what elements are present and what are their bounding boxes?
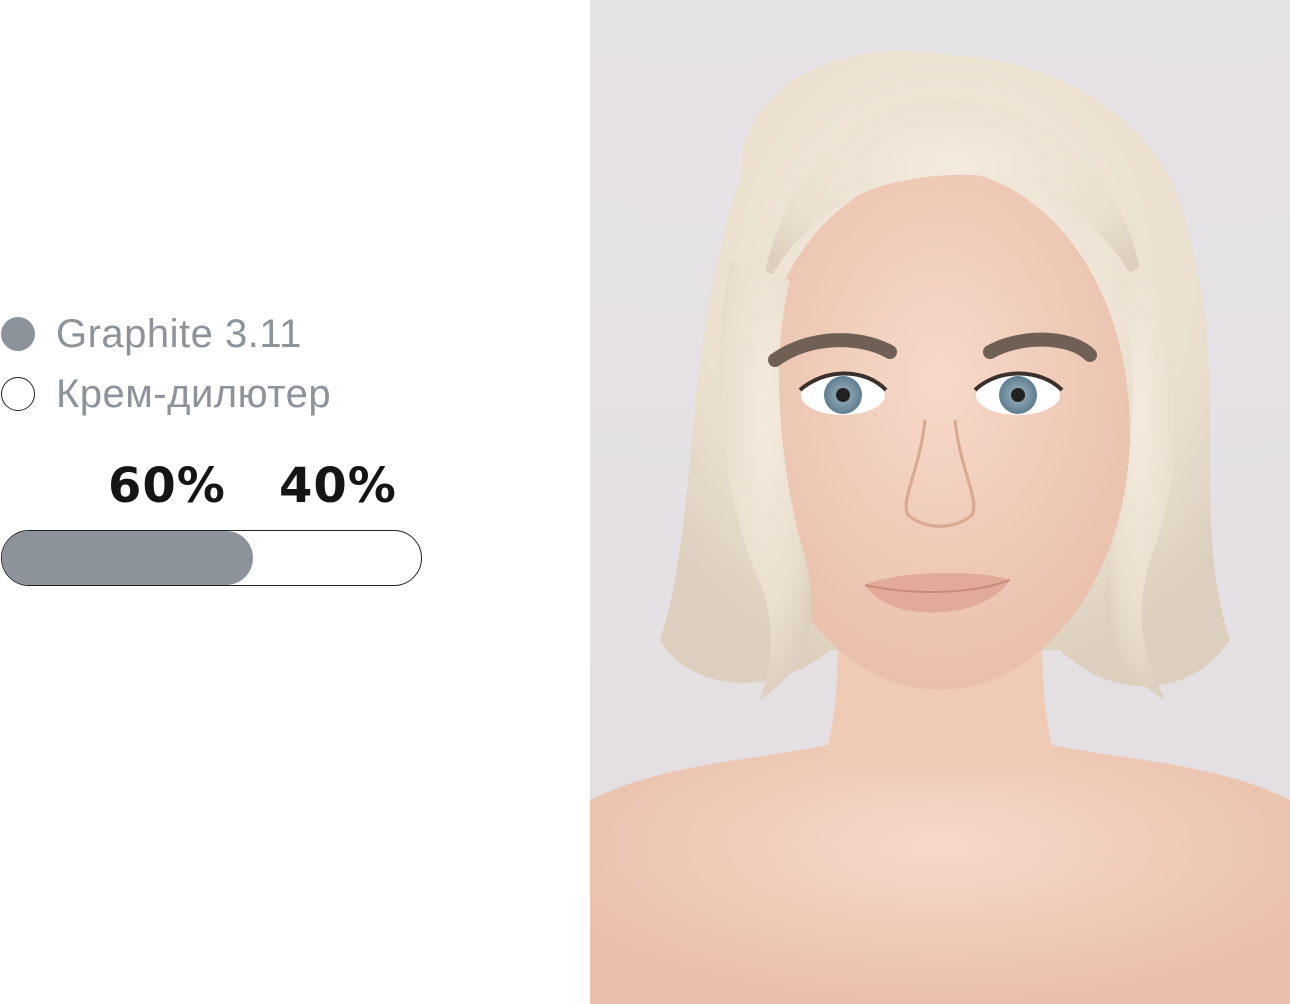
ratio-bar-fill: [2, 531, 254, 585]
legend-item-graphite: Graphite 3.11: [0, 304, 331, 364]
empty-circle-icon: [1, 377, 35, 411]
portrait-photo: [590, 0, 1290, 1004]
page: Graphite 3.11 Крем-дилютер 60% 40%: [0, 0, 1290, 1004]
ratio-bar: [1, 530, 422, 586]
legend-label: Крем-дилютер: [56, 371, 332, 416]
filled-circle-icon: [1, 317, 35, 351]
legend: Graphite 3.11 Крем-дилютер: [0, 304, 331, 424]
legend-item-cream-diluter: Крем-дилютер: [0, 364, 331, 424]
ratio-left-label: 60%: [108, 458, 226, 514]
legend-label: Graphite 3.11: [56, 311, 302, 356]
ratio-right-label: 40%: [279, 458, 397, 514]
